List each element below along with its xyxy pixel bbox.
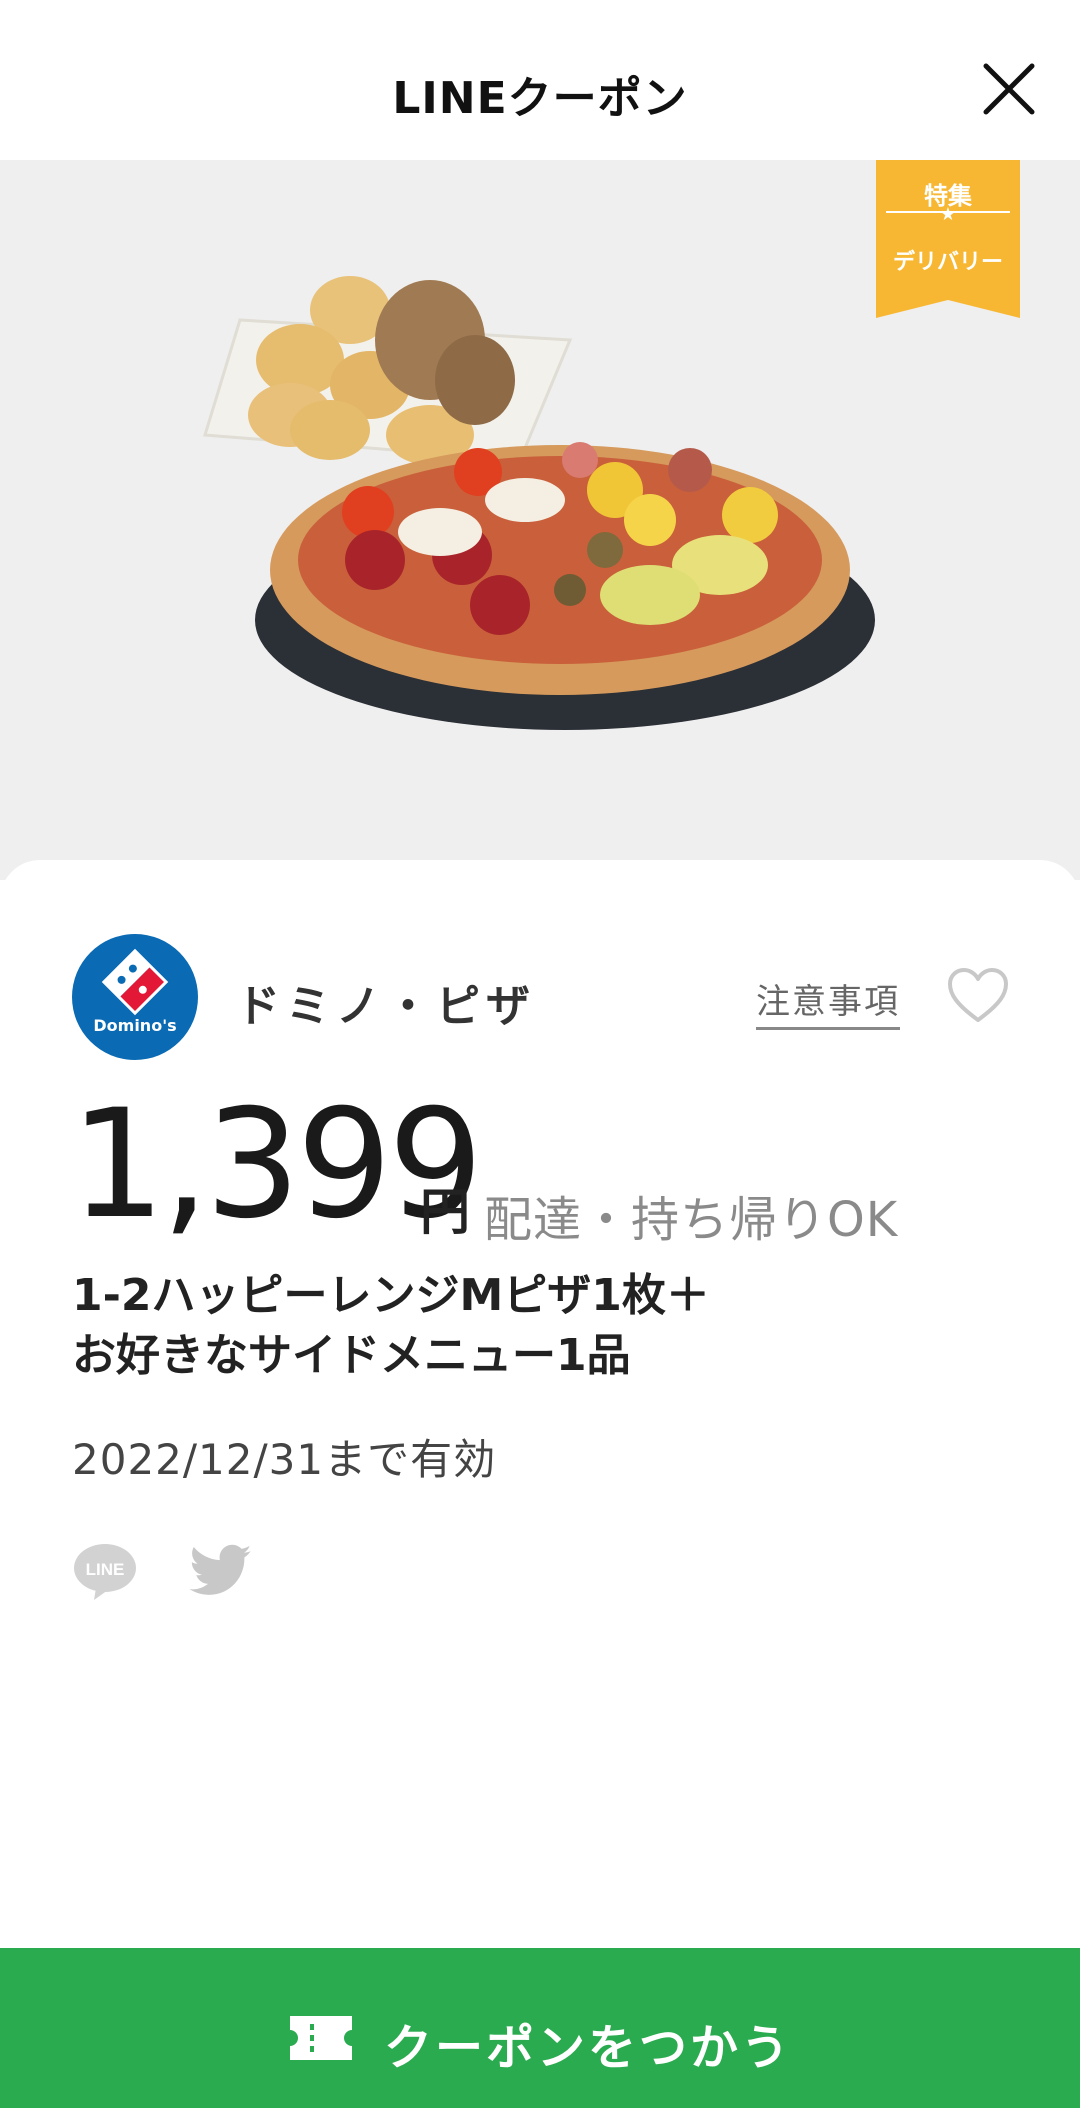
page-title: LINEクーポン (392, 73, 688, 124)
close-icon[interactable] (980, 60, 1038, 118)
shop-name: ドミノ・ピザ (236, 981, 536, 1032)
heart-icon[interactable] (946, 966, 1010, 1024)
description-line-1: 1-2ハッピーレンジMピザ1枚＋ (72, 1270, 710, 1321)
delivery-note: 配達・持ち帰りOK (484, 1192, 899, 1248)
description-line-2: お好きなサイドメニュー1品 (72, 1330, 631, 1381)
use-coupon-label: クーポンをつかう (384, 2020, 793, 2076)
coupon-price: 1,399 (70, 1078, 483, 1252)
svg-text:LINE: LINE (86, 1560, 125, 1579)
feature-badge: 特集 ★ デリバリー (876, 160, 1020, 318)
badge-bottom-label: デリバリー (892, 250, 1003, 275)
shop-logo: Domino's (72, 934, 198, 1060)
shop-logo-text: Domino's (93, 1016, 177, 1035)
twitter-share-icon[interactable] (188, 1544, 254, 1600)
validity-date: 2022/12/31まで有効 (72, 1435, 497, 1484)
currency-label: 円 (420, 1183, 470, 1241)
ticket-icon (290, 2016, 352, 2060)
hero-image: 特集 ★ デリバリー (0, 160, 1080, 880)
app-header: LINEクーポン (0, 0, 1080, 160)
line-share-icon[interactable]: LINE (72, 1542, 138, 1602)
star-icon: ★ (939, 204, 957, 225)
notes-link[interactable]: 注意事項 (756, 974, 900, 1030)
coupon-description: 1-2ハッピーレンジMピザ1枚＋ お好きなサイドメニュー1品 (72, 1266, 972, 1386)
